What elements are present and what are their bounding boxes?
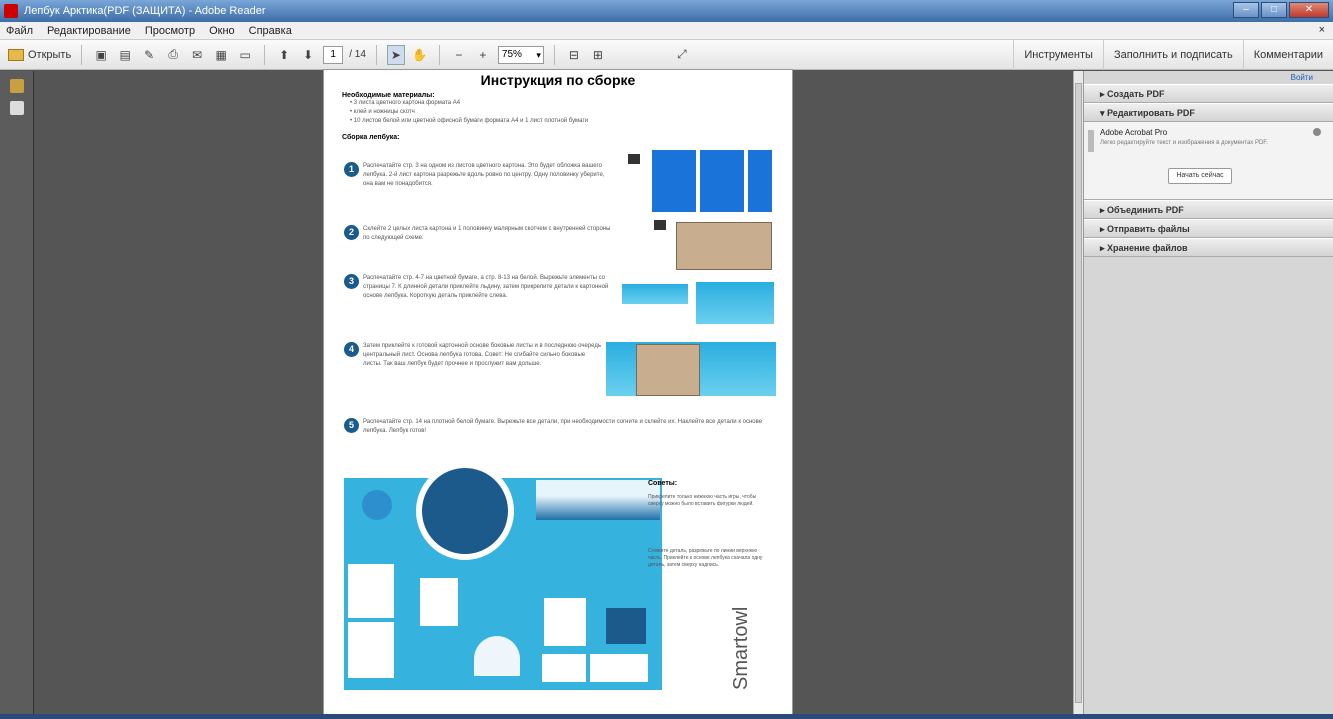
page-thumbnails-icon[interactable]	[10, 79, 24, 93]
share-icon[interactable]: ▦	[212, 45, 230, 65]
card-image	[542, 654, 586, 682]
collapse-panel-handle[interactable]	[1088, 130, 1094, 152]
zoom-out-icon[interactable]: −	[450, 45, 468, 65]
step-2-image	[676, 222, 772, 270]
tip-text: Сложите деталь, разрежьте по линии верхн…	[648, 548, 763, 568]
step-1-image	[748, 150, 772, 212]
prev-page-icon[interactable]: ⬆	[275, 45, 293, 65]
section-send-files[interactable]: ▸ Отправить файлы	[1084, 219, 1333, 238]
login-link[interactable]: Войти	[1084, 71, 1333, 84]
menu-help[interactable]: Справка	[249, 25, 292, 37]
fit-page-icon[interactable]: ⊟	[565, 45, 583, 65]
expand-icon[interactable]: ⤢	[673, 45, 691, 65]
zoom-in-icon[interactable]: +	[474, 45, 492, 65]
pdf-page: Инструкция по сборке Необходимые материа…	[323, 69, 793, 715]
smartowl-logo: Smartowl	[730, 606, 752, 690]
email-icon[interactable]: ✉	[188, 45, 206, 65]
card-image	[544, 598, 586, 646]
material-item: • 3 листа цветного картона формата А4	[350, 100, 461, 106]
tools-panel: Войти ▸ Создать PDF ▾ Редактировать PDF …	[1083, 71, 1333, 719]
folder-icon	[8, 48, 24, 61]
menu-file[interactable]: Файл	[6, 25, 33, 37]
fit-width-icon[interactable]: ⊞	[589, 45, 607, 65]
window-title: Лепбук Арктика(PDF (ЗАЩИТА) - Adobe Read…	[24, 5, 266, 17]
card-image	[348, 622, 394, 678]
zoom-select[interactable]: 75%	[497, 45, 544, 64]
iceberg-image	[536, 480, 660, 520]
edit-icon[interactable]: ✎	[140, 45, 158, 65]
window-icon[interactable]: ▭	[236, 45, 254, 65]
tips-heading: Советы:	[648, 480, 678, 487]
igloo-image	[474, 636, 520, 676]
menu-edit[interactable]: Редактирование	[47, 25, 131, 37]
step-5: 5 Распечатайте стр. 14 на плотной белой …	[344, 418, 763, 436]
tab-comments[interactable]: Комментарии	[1242, 40, 1333, 70]
step-3-image	[696, 282, 774, 324]
materials-heading: Необходимые материалы:	[342, 92, 435, 99]
printer-icon	[628, 154, 640, 164]
document-title: Инструкция по сборке	[480, 72, 636, 88]
card-image	[348, 564, 394, 618]
document-area: Инструкция по сборке Необходимые материа…	[35, 69, 1082, 719]
taskbar	[0, 714, 1333, 719]
tab-tools[interactable]: Инструменты	[1013, 40, 1103, 70]
adobe-reader-icon	[4, 4, 18, 18]
section-create-pdf[interactable]: ▸ Создать PDF	[1084, 84, 1333, 103]
title-bar: Лепбук Арктика(PDF (ЗАЩИТА) - Adobe Read…	[0, 0, 1333, 22]
section-store-files[interactable]: ▸ Хранение файлов	[1084, 238, 1333, 257]
step-1-image	[700, 150, 744, 212]
acrobat-icon	[1313, 128, 1321, 136]
material-item: • 10 листов белой или цветной офисной бу…	[350, 118, 589, 124]
step-4: 4 Затем приклейте к готовой картонной ос…	[344, 342, 603, 369]
earth-image	[362, 490, 392, 520]
menu-window[interactable]: Окно	[209, 25, 235, 37]
tip-text: Прикрепите только нижнюю часть игры, что…	[648, 494, 757, 507]
save-icon[interactable]: ▤	[116, 45, 134, 65]
page-number-input[interactable]: 1	[323, 45, 344, 64]
tape-icon	[654, 220, 666, 230]
minimize-button[interactable]: –	[1233, 2, 1259, 18]
close-window-button[interactable]: ✕	[1289, 2, 1329, 18]
section-combine-pdf[interactable]: ▸ Объединить PDF	[1084, 200, 1333, 219]
acrobat-pro-desc: Легко редактируйте текст и изображения в…	[1100, 140, 1268, 146]
open-button[interactable]: Открыть	[8, 48, 71, 61]
acrobat-promo: Adobe Acrobat Pro Легко редактируйте тек…	[1084, 122, 1333, 200]
menu-bar: Файл Редактирование Просмотр Окно Справк…	[0, 22, 1333, 40]
section-edit-pdf[interactable]: ▾ Редактировать PDF	[1084, 103, 1333, 122]
print-icon[interactable]: ⎙	[164, 45, 182, 65]
step-3: 3 Распечатайте стр. 4-7 на цветной бумаг…	[344, 274, 613, 301]
hand-tool-icon[interactable]: ✋	[411, 45, 429, 65]
vertical-scrollbar[interactable]	[1073, 71, 1083, 719]
select-tool-icon[interactable]: ➤	[386, 44, 405, 65]
page-total: / 14	[349, 49, 366, 60]
step-2: 2 Склейте 2 целых листа картона и 1 поло…	[344, 225, 613, 243]
close-document-icon[interactable]: ×	[1319, 24, 1325, 36]
toolbar: Открыть ▣ ▤ ✎ ⎙ ✉ ▦ ▭ ⬆ ⬇ 1 / 14 ➤ ✋ − +…	[0, 40, 1333, 70]
tab-fill-sign[interactable]: Заполнить и подписать	[1102, 40, 1243, 70]
card-image	[420, 578, 458, 626]
next-page-icon[interactable]: ⬇	[299, 45, 317, 65]
card-image	[606, 608, 646, 644]
step-3-image	[622, 284, 688, 304]
acrobat-pro-name: Adobe Acrobat Pro	[1100, 128, 1168, 137]
card-image	[590, 654, 648, 682]
material-item: • клей и ножницы скотч	[350, 109, 415, 115]
step-1-image	[652, 150, 696, 212]
step-1: 1 Распечатайте стр. 3 на одном из листов…	[344, 162, 613, 189]
create-pdf-icon[interactable]: ▣	[92, 45, 110, 65]
step-4-image	[636, 344, 700, 396]
maximize-button[interactable]: □	[1261, 2, 1287, 18]
menu-view[interactable]: Просмотр	[145, 25, 195, 37]
assembly-heading: Сборка лепбука:	[342, 134, 400, 141]
arctic-globe-image	[416, 462, 514, 560]
attachments-icon[interactable]	[10, 101, 24, 115]
navigation-pane	[0, 71, 34, 719]
start-now-button[interactable]: Начать сейчас	[1168, 168, 1232, 184]
